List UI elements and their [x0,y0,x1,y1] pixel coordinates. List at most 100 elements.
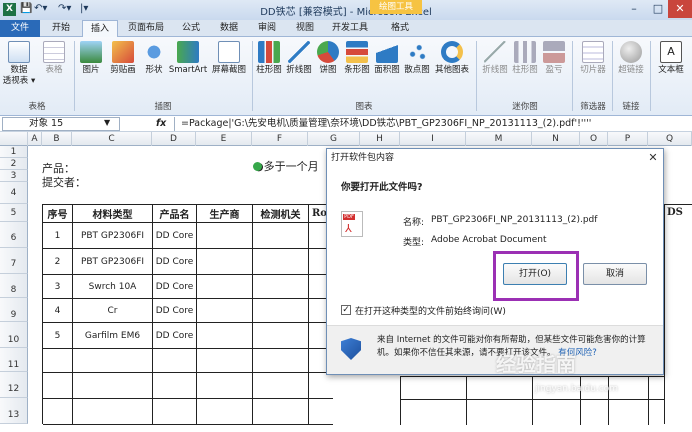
close-button[interactable]: ✕ [668,0,692,18]
column-header[interactable]: M [466,132,532,146]
table-cell[interactable] [197,399,253,425]
table-cell[interactable] [153,349,197,373]
bar-chart-button[interactable]: 条形图 [342,41,372,76]
header-cell[interactable]: 生产商 [197,205,253,223]
tab-data[interactable]: 数据 [212,20,246,37]
sparkline-line-button[interactable]: 折线图 [480,41,510,76]
table-cell[interactable]: Swrch 10A [73,275,153,299]
table-cell[interactable]: Garfilm EM6 [73,323,153,349]
table-cell[interactable] [253,323,309,349]
table-cell[interactable] [309,399,333,425]
other-charts-button[interactable]: 其他图表 [432,41,472,76]
pie-chart-button[interactable]: 饼图 [314,41,342,76]
tab-formulas[interactable]: 公式 [174,20,208,37]
tab-page-layout[interactable]: 页面布局 [122,20,170,37]
table-cell[interactable] [253,399,309,425]
minimize-button[interactable]: – [622,0,646,18]
table-cell[interactable]: DD Core [153,275,197,299]
scatter-chart-button[interactable]: 散点图 [402,41,432,76]
table-cell[interactable]: DD Core [153,249,197,275]
header-cell[interactable]: 序号 [43,205,73,223]
row-header[interactable]: 3 [0,170,28,182]
row-header[interactable]: 9 [0,298,28,322]
tab-developer[interactable]: 开发工具 [326,20,374,37]
select-all-corner[interactable] [0,132,28,146]
tab-view[interactable]: 视图 [288,20,322,37]
screenshot-button[interactable]: 屏幕截图 [208,41,250,76]
row-header[interactable]: 10 [0,322,28,348]
shapes-button[interactable]: 形状 [140,41,168,76]
table-button[interactable]: 表格 [38,41,70,76]
column-header[interactable]: B [42,132,72,146]
table-cell[interactable]: DD Core [153,223,197,249]
row-header[interactable]: 13 [0,398,28,424]
table-cell[interactable]: PBT GP2306FI [73,223,153,249]
clipart-button[interactable]: 剪贴画 [106,41,140,76]
table-cell[interactable] [309,373,333,399]
row-header[interactable]: 4 [0,182,28,204]
column-header[interactable]: Q [648,132,692,146]
column-header[interactable]: I [400,132,466,146]
smartart-button[interactable]: SmartArt [168,41,208,76]
table-cell[interactable]: 5 [43,323,73,349]
table-cell[interactable]: DD Core [153,299,197,323]
row-header[interactable]: 2 [0,158,28,170]
dialog-close-icon[interactable]: ✕ [645,150,661,166]
line-chart-button[interactable]: 折线图 [284,41,314,76]
row-header[interactable]: 11 [0,348,28,372]
table-cell[interactable] [253,349,309,373]
pivot-table-button[interactable]: 数据 透视表 ▾ [2,41,36,87]
hyperlink-button[interactable]: 超链接 [614,41,648,76]
cancel-button[interactable]: 取消 [583,263,647,285]
table-cell[interactable] [153,399,197,425]
header-cell[interactable]: 材料类型 [73,205,153,223]
column-header[interactable]: A [28,132,42,146]
column-header[interactable]: P [608,132,648,146]
table-cell[interactable] [253,275,309,299]
tab-insert[interactable]: 插入 [82,20,118,38]
area-chart-button[interactable]: 面积图 [372,41,402,76]
column-chart-button[interactable]: 柱形图 [254,41,284,76]
sparkline-winloss-button[interactable]: 盈亏 [540,41,568,76]
row-header[interactable]: 1 [0,146,28,158]
column-header[interactable]: N [532,132,580,146]
maximize-button[interactable]: □ [646,0,670,18]
row-header[interactable]: 8 [0,274,28,298]
table-cell[interactable]: 2 [43,249,73,275]
header-cell[interactable]: 产品名 [153,205,197,223]
column-header[interactable]: G [308,132,360,146]
table-cell[interactable] [197,349,253,373]
table-cell[interactable] [197,323,253,349]
table-cell[interactable] [197,299,253,323]
table-cell[interactable] [197,373,253,399]
row-header[interactable]: 5 [0,204,28,222]
table-cell[interactable] [197,275,253,299]
table-cell[interactable] [43,373,73,399]
name-box[interactable]: 对象 15 [2,117,120,131]
row-header[interactable]: 12 [0,372,28,398]
column-header[interactable]: H [360,132,400,146]
table-cell[interactable] [197,249,253,275]
table-cell[interactable]: Cr [73,299,153,323]
table-cell[interactable] [253,299,309,323]
tab-home[interactable]: 开始 [44,20,78,37]
table-cell[interactable] [253,373,309,399]
formula-input[interactable]: =Package|'G:\先安电机\质量管理\奈环境\DD铁芯\PBT_GP23… [174,117,692,131]
table-cell[interactable] [73,373,153,399]
slicer-button[interactable]: 切片器 [576,41,610,76]
picture-button[interactable]: 图片 [76,41,106,76]
table-cell[interactable] [43,349,73,373]
row-header[interactable]: 7 [0,248,28,274]
table-cell[interactable] [153,373,197,399]
table-cell[interactable] [253,223,309,249]
table-cell[interactable] [43,399,73,425]
table-cell[interactable] [253,249,309,275]
table-cell[interactable] [73,399,153,425]
table-cell[interactable]: 4 [43,299,73,323]
always-ask-checkbox[interactable]: ✓ [341,305,351,315]
column-header[interactable]: E [196,132,252,146]
column-header[interactable]: F [252,132,308,146]
table-cell[interactable]: 3 [43,275,73,299]
tab-file[interactable]: 文件 [0,20,40,37]
textbox-button[interactable]: A 文本框 [652,41,690,76]
